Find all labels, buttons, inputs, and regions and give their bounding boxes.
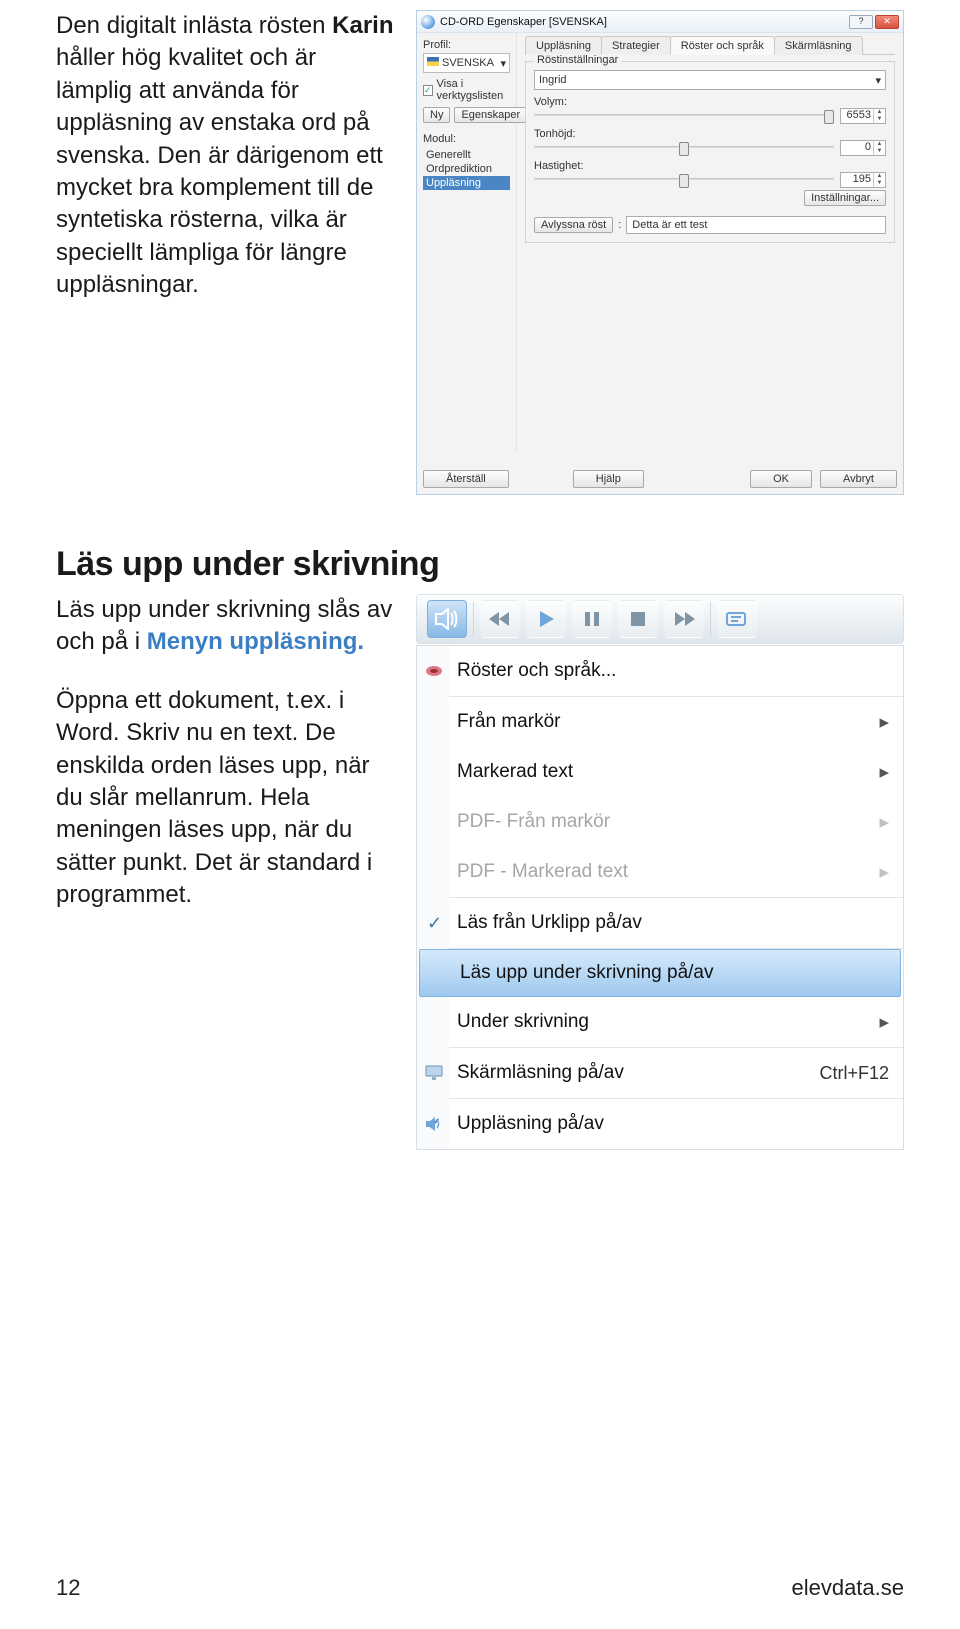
show-in-toolbar-checkbox[interactable]: ✓Visa i verktygslisten <box>423 78 510 102</box>
txt: håller hög kvalitet och är lämplig att a… <box>56 44 383 298</box>
voice-settings-button[interactable]: Inställningar... <box>804 190 886 206</box>
menu-item-voices[interactable]: Röster och språk... <box>417 646 903 696</box>
section-heading: Läs upp under skrivning <box>56 545 904 584</box>
menu-item-label: Röster och språk... <box>457 660 616 682</box>
menu-item-pdf-marked: PDF - Markerad text ▸ <box>417 847 903 897</box>
help-icon[interactable]: ? <box>849 15 873 29</box>
menu-item-label: Uppläsning på/av <box>457 1113 604 1135</box>
volume-slider[interactable]: 6553▲▼ <box>534 108 886 122</box>
menu-item-label: Från markör <box>457 711 560 733</box>
submenu-arrow-icon: ▸ <box>879 761 889 784</box>
menu-item-label: Under skrivning <box>457 1011 589 1033</box>
module-label: Modul: <box>423 133 510 145</box>
profile-value: SVENSKA <box>442 57 494 69</box>
module-item-reading[interactable]: Uppläsning <box>423 176 510 190</box>
prev-button[interactable] <box>480 600 520 638</box>
listen-voice-button[interactable]: Avlyssna röst <box>534 217 613 233</box>
chevron-down-icon: ▾ <box>875 74 881 87</box>
menu-reference: Menyn uppläsning. <box>147 628 364 655</box>
menu-item-read-clipboard[interactable]: Läs från Urklipp på/av <box>417 898 903 948</box>
close-icon[interactable]: ✕ <box>875 15 899 29</box>
tab-strip: Uppläsning Strategier Röster och språk S… <box>525 35 895 55</box>
reading-menu: Röster och språk... Från markör ▸ Marker… <box>416 645 904 1150</box>
dialog-title: CD-ORD Egenskaper [SVENSKA] <box>440 16 849 28</box>
txt: Den digitalt inlästa rösten <box>56 12 332 39</box>
profile-dropdown[interactable]: SVENSKA ▾ <box>423 53 510 73</box>
speed-label: Hastighet: <box>534 160 886 172</box>
menu-item-label: PDF- Från markör <box>457 811 610 833</box>
voice-dropdown[interactable]: Ingrid ▾ <box>534 70 886 90</box>
module-item-general[interactable]: Generellt <box>423 148 510 162</box>
properties-dialog: CD-ORD Egenskaper [SVENSKA] ? ✕ Profil: … <box>416 10 904 495</box>
voice-name: Karin <box>332 12 393 39</box>
menu-item-label: Markerad text <box>457 761 573 783</box>
volume-label: Volym: <box>534 96 886 108</box>
volume-value[interactable]: 6553▲▼ <box>840 108 886 124</box>
ok-button[interactable]: OK <box>750 470 812 488</box>
speed-value[interactable]: 195▲▼ <box>840 172 886 188</box>
menu-item-label: Läs från Urklipp på/av <box>457 912 642 934</box>
body-paragraph-1: Den digitalt inlästa rösten Karin håller… <box>56 10 396 302</box>
voice-value: Ingrid <box>539 74 567 86</box>
body-paragraph-2: Läs upp under skrivning slås av och på i… <box>56 594 396 659</box>
dialog-titlebar[interactable]: CD-ORD Egenskaper [SVENSKA] ? ✕ <box>417 11 903 33</box>
menu-shortcut: Ctrl+F12 <box>819 1063 889 1084</box>
pitch-label: Tonhöjd: <box>534 128 886 140</box>
voice-settings-group: Röstinställningar Ingrid ▾ Volym: 6553▲▼ <box>525 61 895 243</box>
submenu-arrow-icon: ▸ <box>879 1011 889 1034</box>
new-button[interactable]: Ny <box>423 107 450 123</box>
menu-item-pdf-from-cursor: PDF- Från markör ▸ <box>417 797 903 847</box>
menu-item-from-cursor[interactable]: Från markör ▸ <box>417 697 903 747</box>
submenu-arrow-icon: ▸ <box>879 811 889 834</box>
menu-item-screen-reading[interactable]: Skärmläsning på/av Ctrl+F12 <box>417 1048 903 1098</box>
pause-button[interactable] <box>572 600 612 638</box>
menu-item-reading-onoff[interactable]: Uppläsning på/av <box>417 1099 903 1149</box>
test-text-input[interactable]: Detta är ett test <box>626 216 886 234</box>
tab-screenreading[interactable]: Skärmläsning <box>774 36 863 55</box>
body-paragraph-3: Öppna ett dokument, t.ex. i Word. Skriv … <box>56 685 396 912</box>
menu-item-label: Skärmläsning på/av <box>457 1062 624 1084</box>
reset-button[interactable]: Återställ <box>423 470 509 488</box>
pitch-value[interactable]: 0▲▼ <box>840 140 886 156</box>
menu-item-read-while-typing[interactable]: Läs upp under skrivning på/av <box>419 949 901 997</box>
menu-item-marked-text[interactable]: Markerad text ▸ <box>417 747 903 797</box>
module-list: Generellt Ordprediktion Uppläsning <box>423 148 510 190</box>
submenu-arrow-icon: ▸ <box>879 711 889 734</box>
profile-label: Profil: <box>423 39 510 51</box>
speed-slider[interactable]: 195▲▼ <box>534 172 886 186</box>
reading-toolbar <box>416 594 904 644</box>
site-name: elevdata.se <box>791 1575 904 1601</box>
monitor-icon <box>423 1062 445 1084</box>
mouth-icon <box>423 660 445 682</box>
speak-dropdown-button[interactable] <box>427 600 467 638</box>
flag-icon <box>427 57 439 66</box>
stop-button[interactable] <box>618 600 658 638</box>
speaker-icon <box>423 1113 445 1135</box>
tab-reading[interactable]: Uppläsning <box>525 36 602 55</box>
checkbox-label: Visa i verktygslisten <box>437 78 510 102</box>
group-legend: Röstinställningar <box>534 54 621 66</box>
tool-button[interactable] <box>717 600 757 638</box>
module-item-wordpred[interactable]: Ordprediktion <box>423 162 510 176</box>
cancel-button[interactable]: Avbryt <box>820 470 897 488</box>
submenu-arrow-icon: ▸ <box>879 861 889 884</box>
tab-voices[interactable]: Röster och språk <box>670 36 775 55</box>
pitch-slider[interactable]: 0▲▼ <box>534 140 886 154</box>
help-button[interactable]: Hjälp <box>573 470 644 488</box>
tab-strategies[interactable]: Strategier <box>601 36 671 55</box>
app-icon <box>421 15 435 29</box>
chevron-down-icon: ▾ <box>500 57 506 70</box>
menu-item-while-typing[interactable]: Under skrivning ▸ <box>417 997 903 1047</box>
menu-item-label: Läs upp under skrivning på/av <box>460 962 714 984</box>
page-number: 12 <box>56 1575 80 1601</box>
menu-item-label: PDF - Markerad text <box>457 861 628 883</box>
play-button[interactable] <box>526 600 566 638</box>
next-button[interactable] <box>664 600 704 638</box>
